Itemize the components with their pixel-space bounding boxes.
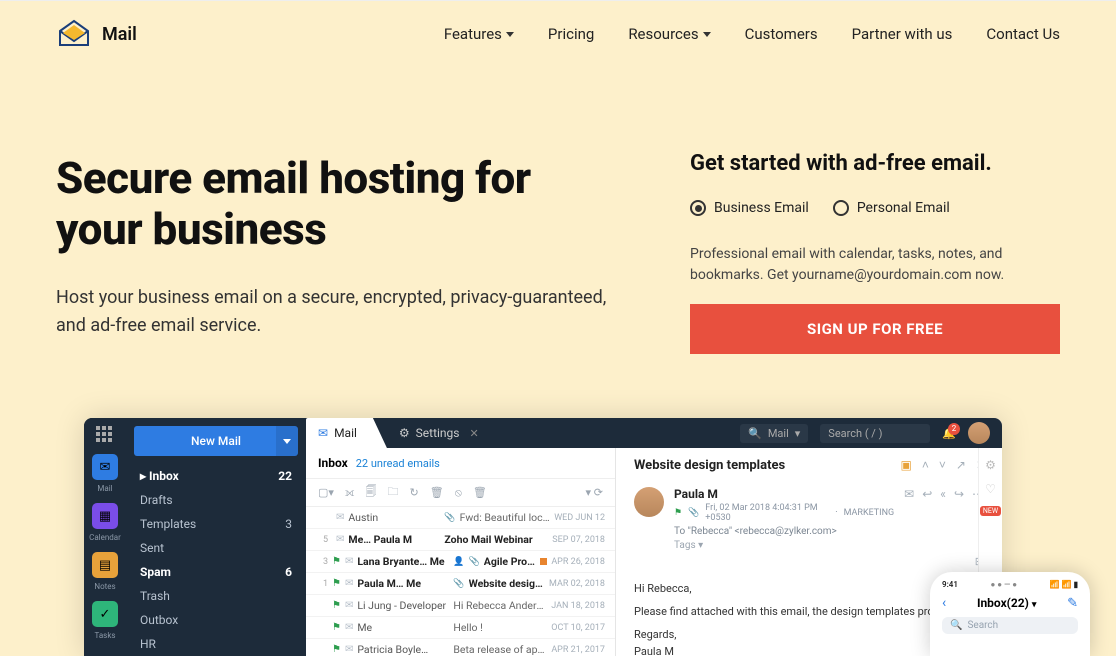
new-badge: NEW: [980, 506, 1001, 516]
unread-count: 22 unread emails: [356, 457, 440, 470]
email-row[interactable]: 5✉Me… Paula MZoho Mail WebinarSEP 07, 20…: [306, 529, 615, 551]
tags-label: Tags: [674, 540, 698, 551]
sidebar-calendar-icon[interactable]: ▦: [92, 503, 118, 529]
bell-icon[interactable]: 🔔2: [942, 427, 956, 440]
product-screenshot: ✉ Mail ▦ Calendar ▤ Notes ✓ Tasks New Ma…: [84, 418, 1002, 656]
email-row[interactable]: ⚑✉Patricia Boyle…Beta release of applica…: [306, 639, 615, 656]
tab-label: Mail: [334, 426, 357, 440]
folder-item[interactable]: Outbox: [140, 608, 292, 632]
close-icon[interactable]: ✕: [470, 427, 479, 440]
brand-name: Mail: [102, 24, 137, 45]
phone-search[interactable]: 🔍 Search: [942, 617, 1078, 634]
sidebar-label: Calendar: [89, 533, 121, 542]
folder-item[interactable]: Sent: [140, 536, 292, 560]
phone-mockup: 9:41 ● ● — ● 📶 📶 ▮ ‹ Inbox(22) ▾ ✎ 🔍 Sea…: [930, 572, 1090, 656]
radio-label: Personal Email: [857, 200, 950, 216]
signup-button[interactable]: SIGN UP FOR FREE: [690, 304, 1060, 354]
chevron-down-icon[interactable]: [276, 426, 298, 456]
phone-compose-icon[interactable]: ✎: [1067, 596, 1078, 611]
sender-avatar: [634, 487, 664, 517]
brand-logo[interactable]: Mail: [56, 19, 137, 49]
email-row[interactable]: 1⚑✉Paula M… Me📎Website design temp…MAR 0…: [306, 573, 615, 595]
tab-mail[interactable]: ✉Mail: [306, 418, 387, 448]
nav-link[interactable]: Resources: [628, 25, 710, 43]
email-row[interactable]: ⚑✉Li Jung - DeveloperHi Rebecca Anderson…: [306, 595, 615, 617]
folder-item[interactable]: Spam6: [140, 560, 292, 584]
badge: 2: [948, 423, 960, 435]
email-row[interactable]: ✉Austin📎Fwd: Beautiful locati…WED JUN 12: [306, 507, 615, 529]
folder-item[interactable]: HR: [140, 632, 292, 656]
phone-back-icon[interactable]: ‹: [942, 595, 946, 611]
sent-date: Fri, 02 Mar 2018 4:04:31 PM +0530: [705, 503, 829, 523]
reply-toolbar[interactable]: ✉↩«↪⋯: [904, 487, 984, 551]
nav-link[interactable]: Contact Us: [986, 25, 1060, 43]
folder-item[interactable]: Templates3: [140, 512, 292, 536]
new-mail-label: New Mail: [191, 434, 241, 448]
new-mail-button[interactable]: New Mail: [134, 426, 298, 456]
hero-subtitle: Host your business email on a secure, en…: [56, 284, 610, 340]
nav-link[interactable]: Customers: [745, 25, 818, 43]
to-line: To "Rebecca" <rebecca@zylker.com>: [674, 526, 894, 537]
sidebar-notes-icon[interactable]: ▤: [92, 552, 118, 578]
folder-item[interactable]: ▸ Inbox22: [140, 464, 292, 488]
avatar[interactable]: [968, 422, 990, 444]
search-input[interactable]: Search ( / ): [820, 424, 930, 443]
widget-icon[interactable]: ♡: [985, 482, 996, 496]
nav-link[interactable]: Features: [444, 25, 514, 43]
chevron-down-icon: [703, 32, 711, 37]
signup-description: Professional email with calendar, tasks,…: [690, 244, 1060, 286]
radio-label: Business Email: [714, 200, 809, 216]
phone-time: 9:41: [942, 580, 958, 589]
sender-name: Paula M: [674, 487, 894, 501]
nav-link[interactable]: Partner with us: [852, 25, 953, 43]
sidebar-tasks-icon[interactable]: ✓: [92, 601, 118, 627]
folder-item[interactable]: Drafts: [140, 488, 292, 512]
sidebar-label: Mail: [97, 484, 112, 493]
tab-settings[interactable]: ⚙Settings✕: [387, 426, 491, 440]
nav-link[interactable]: Pricing: [548, 25, 594, 43]
preview-toolbar[interactable]: ▣˄˅↗✕: [901, 458, 987, 472]
email-row[interactable]: ⚑✉MeHello !OCT 10, 2017: [306, 617, 615, 639]
widget-icon[interactable]: ⚙: [985, 458, 996, 472]
chevron-down-icon: [506, 32, 514, 37]
tab-label: Settings: [416, 426, 460, 440]
mail-icon: [56, 19, 92, 49]
sidebar-mail-icon[interactable]: ✉: [92, 454, 118, 480]
radio-personal-email[interactable]: Personal Email: [833, 200, 950, 216]
folder-item[interactable]: Trash: [140, 584, 292, 608]
radio-business-email[interactable]: Business Email: [690, 200, 809, 216]
phone-title: Inbox(22) ▾: [977, 596, 1036, 610]
signup-heading: Get started with ad-free email.: [690, 151, 1060, 176]
list-toolbar[interactable]: ▢▾⟗🗐🗀↻🗑⦸🗑▾ ⟳: [306, 479, 615, 507]
sidebar-label: Tasks: [95, 631, 116, 640]
list-title: Inbox: [318, 456, 348, 470]
hero-title: Secure email hosting for your business: [56, 153, 610, 254]
email-tag: MARKETING: [844, 508, 895, 518]
apps-grid-icon[interactable]: [96, 426, 114, 444]
search-scope[interactable]: 🔍 Mail ▾: [740, 424, 808, 443]
sidebar-label: Notes: [94, 582, 115, 591]
email-row[interactable]: 3⚑✉Lana Bryante… Me👤📎Agile ProcessAPR 26…: [306, 551, 615, 573]
